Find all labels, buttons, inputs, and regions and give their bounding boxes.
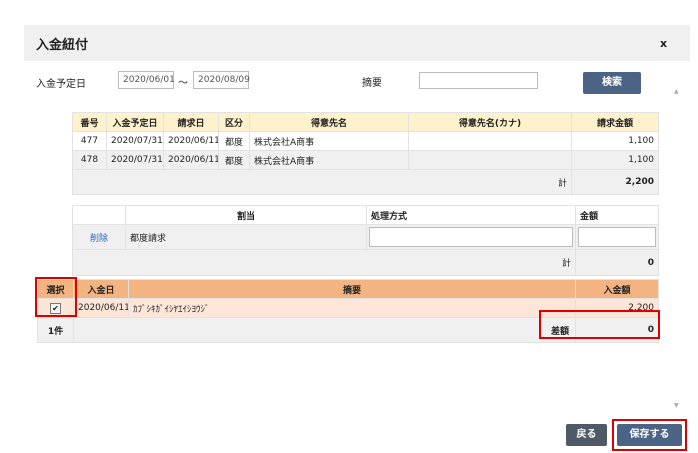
close-icon[interactable]: x <box>660 37 667 50</box>
cell-number: 477 <box>72 131 107 151</box>
scroll-up-icon[interactable]: ▲ <box>674 88 679 95</box>
cell-invoice-date: 2020/06/11 <box>163 150 219 170</box>
col-header-type: 区分 <box>218 112 250 132</box>
col-header-customer: 得意先名 <box>249 112 409 132</box>
cell-type: 都度 <box>218 150 250 170</box>
cell-due-date: 2020/07/31 <box>106 131 164 151</box>
cell-customer: 株式会社A商事 <box>249 150 409 170</box>
cell-customer-kana <box>408 150 572 170</box>
col-header-method: 処理方式 <box>366 205 576 225</box>
date-label: 入金予定日 <box>36 79 86 90</box>
allocation-table: 割当 処理方式 金額 削除 都度請求 計 0 <box>72 205 659 276</box>
date-to-input[interactable]: 2020/08/09 <box>193 71 250 89</box>
col-header-amount: 金額 <box>575 205 659 225</box>
back-button[interactable]: 戻る <box>566 424 607 446</box>
cell-allocation: 都度請求 <box>125 224 367 250</box>
difference-label: 差額 <box>73 317 576 343</box>
invoice-total-label: 計 <box>72 169 572 195</box>
col-header-customer-kana: 得意先名(カナ) <box>408 112 572 132</box>
cell-customer: 株式会社A商事 <box>249 131 409 151</box>
cell-number: 478 <box>72 150 107 170</box>
dialog-title: 入金紐付 <box>36 38 89 53</box>
col-header-invoice-date: 請求日 <box>163 112 219 132</box>
cell-deposit-date: 2020/06/11 <box>73 298 129 318</box>
table-row[interactable]: 478 2020/07/31 2020/06/11 都度 株式会社A商事 1,1… <box>72 150 659 170</box>
date-from-input[interactable]: 2020/06/01 <box>118 71 175 89</box>
col-header-deposit-amount: 入金額 <box>575 279 659 299</box>
summary-label: 摘要 <box>362 78 382 89</box>
amount-input[interactable] <box>578 227 656 247</box>
cell-amount: 1,100 <box>571 131 659 151</box>
invoice-total-value: 2,200 <box>571 169 659 195</box>
cell-customer-kana <box>408 131 572 151</box>
allocation-total-label: 計 <box>72 249 576 276</box>
cell-summary: ｶﾌﾞｼｷｶﾞｲｼﾔｴｲｼﾖｳｼﾞ <box>128 298 576 318</box>
cell-due-date: 2020/07/31 <box>106 150 164 170</box>
search-button[interactable]: 検索 <box>583 72 641 94</box>
allocation-total-value: 0 <box>575 249 659 276</box>
col-header-number: 番号 <box>72 112 107 132</box>
scroll-down-icon[interactable]: ▼ <box>674 402 679 409</box>
col-header-amount: 請求金額 <box>571 112 659 132</box>
col-header-allocation: 割当 <box>125 205 367 225</box>
delete-link[interactable]: 削除 <box>90 234 108 244</box>
table-row: 削除 都度請求 <box>72 224 659 250</box>
table-row[interactable]: 477 2020/07/31 2020/06/11 都度 株式会社A商事 1,1… <box>72 131 659 151</box>
tilde-separator: ～ <box>178 78 188 89</box>
col-header-due-date: 入金予定日 <box>106 112 164 132</box>
dialog-header <box>24 25 690 61</box>
col-header-deposit-date: 入金日 <box>73 279 129 299</box>
highlight-save <box>612 419 687 451</box>
highlight-select-column <box>35 277 77 317</box>
record-count: 1件 <box>37 317 74 343</box>
highlight-difference <box>539 310 660 339</box>
method-input[interactable] <box>369 227 573 247</box>
cell-invoice-date: 2020/06/11 <box>163 131 219 151</box>
col-header-action <box>72 205 126 225</box>
col-header-summary: 摘要 <box>128 279 576 299</box>
summary-input[interactable] <box>419 72 538 89</box>
invoice-table: 番号 入金予定日 請求日 区分 得意先名 得意先名(カナ) 請求金額 477 2… <box>72 112 659 195</box>
cell-amount: 1,100 <box>571 150 659 170</box>
cell-type: 都度 <box>218 131 250 151</box>
